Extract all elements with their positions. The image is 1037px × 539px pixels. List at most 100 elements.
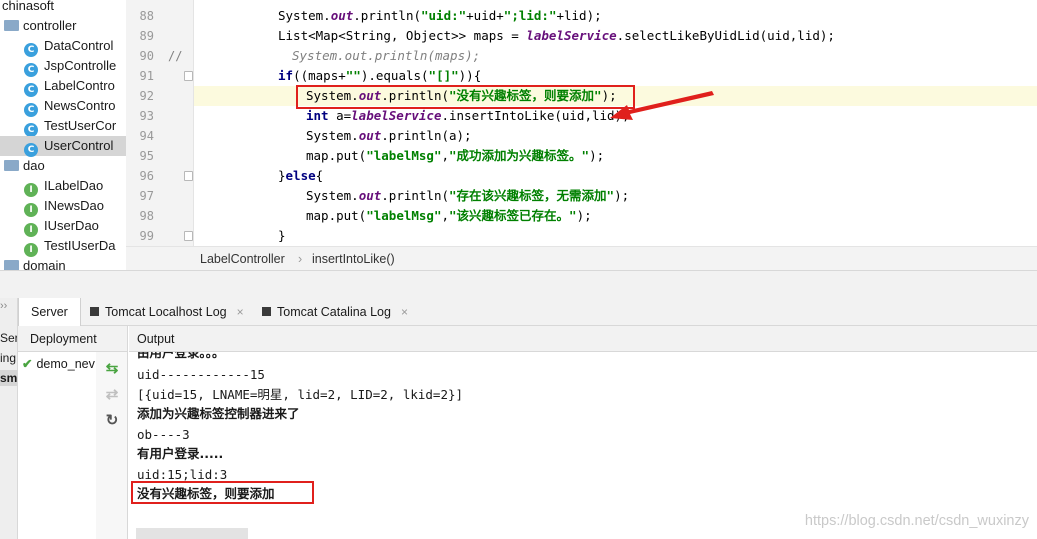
line-number: 94: [139, 129, 154, 143]
tree-item[interactable]: C DataControl: [24, 36, 114, 57]
interface-icon: I: [24, 243, 38, 257]
close-icon[interactable]: ×: [401, 305, 408, 319]
tree-item[interactable]: C JspControlle: [24, 56, 116, 77]
annotation-box: [296, 85, 635, 109]
class-icon: C: [24, 43, 38, 57]
tree-item-label: NewsContro: [44, 98, 116, 113]
tree-item[interactable]: C TestUserCor: [24, 116, 117, 137]
breadcrumb-method[interactable]: insertIntoLike(): [312, 247, 395, 271]
fold-marker-icon[interactable]: [184, 231, 193, 241]
tree-item[interactable]: I ILabelDao: [24, 176, 104, 197]
output-line: 添加为兴趣标签控制器进来了: [137, 406, 300, 421]
horizontal-scrollbar[interactable]: [136, 528, 248, 539]
output-line: [{uid=15, LNAME=明星, lid=2, LID=2, lkid=2…: [137, 387, 464, 402]
breadcrumb-separator: ›: [298, 252, 303, 266]
left-strip-label[interactable]: Ser: [0, 330, 17, 346]
output-line: uid------------15: [137, 367, 265, 382]
line-number: 99: [139, 229, 154, 243]
folder-icon: [4, 20, 19, 31]
log-icon: [262, 307, 271, 316]
watermark: https://blog.csdn.net/csdn_wuxinzy: [804, 513, 1029, 529]
deploy-icon[interactable]: ⇆: [103, 360, 121, 378]
tree-folder-dao[interactable]: dao: [4, 156, 45, 176]
tree-item[interactable]: I TestIUserDa: [24, 236, 116, 257]
refresh-icon[interactable]: ↻: [103, 412, 121, 430]
tree-folder-controller[interactable]: controller: [4, 16, 76, 36]
breadcrumb-class[interactable]: LabelController: [200, 247, 285, 271]
tab-label: Tomcat Localhost Log: [105, 305, 227, 319]
code-line: }: [278, 228, 286, 243]
deployment-header: Deployment: [18, 326, 128, 352]
tree-item[interactable]: C NewsContro: [24, 96, 116, 117]
line-number: 97: [139, 189, 154, 203]
code-line: List<Map<String, Object>> maps = labelSe…: [278, 28, 835, 43]
tree-item-label: LabelContro: [44, 78, 115, 93]
tree-item-label: UserControl: [44, 138, 114, 153]
code-line: System.out.println("存在该兴趣标签，无需添加");: [306, 188, 630, 203]
tree-item-label: DataControl: [44, 38, 114, 53]
class-icon: C: [24, 103, 38, 117]
interface-icon: I: [24, 183, 38, 197]
line-number: 92: [139, 89, 154, 103]
annotation-box: [131, 481, 314, 504]
breadcrumb: LabelController › insertIntoLike(): [126, 246, 1037, 270]
bottom-tab-bar: Server Tomcat Localhost Log × Tomcat Cata…: [18, 298, 1037, 326]
check-icon: ✔: [22, 357, 33, 371]
line-number: 95: [139, 149, 154, 163]
project-tree: chinasoft controller C DataControl C JspCo…: [0, 0, 126, 270]
tree-item-label: IUserDao: [44, 218, 99, 233]
tab-server[interactable]: Server: [18, 298, 81, 326]
undeploy-icon[interactable]: ⇄: [103, 386, 121, 404]
left-strip-label[interactable]: sm: [0, 370, 17, 386]
tree-item[interactable]: I IUserDao: [24, 216, 99, 237]
code-line: System.out.println("uid:"+uid+";lid:"+li…: [278, 8, 602, 23]
deployment-list: ✔ demo_nev: [18, 352, 96, 539]
deployment-item-label: demo_nev: [36, 357, 95, 371]
output-header: Output: [129, 326, 1037, 352]
tree-item-label: TestIUserDa: [44, 238, 116, 253]
class-icon: C: [24, 143, 38, 157]
code-line: map.put("labelMsg","成功添加为兴趣标签。");: [306, 148, 605, 163]
left-strip-label[interactable]: ing: [0, 350, 16, 366]
tree-item[interactable]: I INewsDao: [24, 196, 104, 217]
class-icon: C: [24, 63, 38, 77]
tree-item-label: INewsDao: [44, 198, 104, 213]
line-number: 98: [139, 209, 154, 223]
code-line: System.out.println(maps);: [292, 48, 481, 63]
tree-folder-label: controller: [23, 18, 77, 33]
output-line: ob----3: [137, 427, 190, 442]
line-number: 90: [139, 49, 154, 63]
tree-item-label: ILabelDao: [44, 178, 104, 193]
interface-icon: I: [24, 223, 38, 237]
fold-marker-icon[interactable]: [184, 171, 193, 181]
tree-item[interactable]: C LabelContro: [24, 76, 115, 97]
left-tool-strip: ›› Ser ing sm: [0, 298, 18, 539]
folder-icon: [4, 260, 19, 270]
tool-window-divider[interactable]: [0, 270, 1037, 298]
line-number: 89: [139, 29, 154, 43]
output-console[interactable]: 由用户登录。。。 uid------------15 [{uid=15, LNA…: [129, 352, 1037, 539]
tree-folder-label: dao: [23, 158, 45, 173]
deployment-actions: ⇆ ⇄ ↻: [96, 352, 128, 539]
code-line: if((maps+"").equals("[]")){: [278, 68, 482, 83]
fold-marker-icon[interactable]: [184, 71, 193, 81]
tab-label: Server: [31, 305, 68, 319]
class-icon: C: [24, 83, 38, 97]
line-number: 91: [139, 69, 154, 83]
tab-label: Tomcat Catalina Log: [277, 305, 391, 319]
collapse-arrows-icon[interactable]: ››: [0, 298, 7, 314]
folder-icon: [4, 160, 19, 171]
comment-marker: //: [168, 49, 183, 63]
interface-icon: I: [24, 203, 38, 217]
deployment-item[interactable]: ✔ demo_nev: [22, 354, 95, 374]
tab-tomcat-localhost-log[interactable]: Tomcat Localhost Log ×: [90, 298, 244, 326]
tree-item-selected[interactable]: C UserControl: [0, 136, 126, 157]
tree-root-label: chinasoft: [2, 0, 55, 13]
tab-tomcat-catalina-log[interactable]: Tomcat Catalina Log ×: [262, 298, 408, 326]
tree-root[interactable]: chinasoft: [2, 0, 54, 16]
close-icon[interactable]: ×: [237, 305, 244, 319]
tree-item-label: TestUserCor: [44, 118, 117, 133]
class-icon: C: [24, 123, 38, 137]
output-line: 有用户登录.....: [137, 446, 224, 461]
tree-folder-domain[interactable]: domain: [4, 256, 66, 270]
